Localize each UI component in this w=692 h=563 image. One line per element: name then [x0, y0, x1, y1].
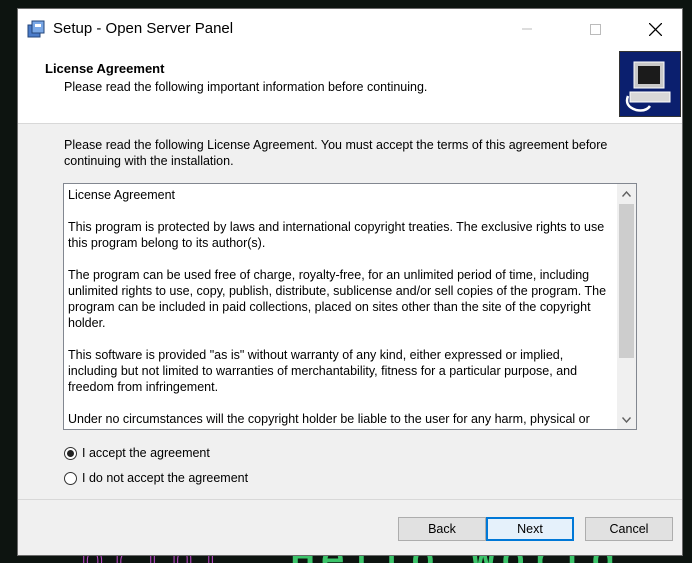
accept-label: I accept the agreement: [82, 446, 210, 460]
minimize-button[interactable]: [504, 9, 550, 49]
license-text: License Agreement This program is protec…: [68, 187, 616, 429]
installer-logo-icon: [619, 51, 681, 117]
maximize-button[interactable]: [572, 9, 618, 49]
wizard-header: License Agreement Please read the follow…: [18, 49, 682, 124]
license-paragraph: License Agreement: [68, 188, 176, 202]
license-scrollbar[interactable]: [617, 184, 636, 429]
close-icon: [648, 22, 662, 36]
page-title: License Agreement: [45, 61, 165, 76]
license-paragraph: This software is provided "as is" withou…: [68, 348, 578, 394]
next-button[interactable]: Next: [486, 517, 574, 541]
setup-app-icon: [27, 20, 45, 38]
license-paragraph: Under no circumstances will the copyrigh…: [68, 412, 590, 426]
chevron-down-icon: [622, 416, 631, 423]
window-title: Setup - Open Server Panel: [53, 20, 234, 37]
scroll-thumb[interactable]: [619, 204, 634, 358]
accept-radio[interactable]: [64, 446, 77, 460]
minimize-icon: [522, 28, 532, 30]
accept-agreement-option[interactable]: I accept the agreement: [64, 446, 210, 460]
setup-window: Setup - Open Server Panel License Agreem…: [17, 8, 683, 556]
decline-agreement-option[interactable]: I do not accept the agreement: [64, 471, 248, 485]
license-paragraph: The program can be used free of charge, …: [68, 268, 607, 330]
title-bar: Setup - Open Server Panel: [18, 9, 682, 49]
chevron-up-icon: [622, 190, 631, 197]
back-button[interactable]: Back: [398, 517, 486, 541]
decline-label: I do not accept the agreement: [82, 471, 249, 485]
license-paragraph: This program is protected by laws and in…: [68, 220, 605, 250]
wizard-footer: Back Next Cancel: [18, 499, 682, 555]
page-subtitle: Please read the following important info…: [64, 80, 428, 94]
cancel-button[interactable]: Cancel: [585, 517, 673, 541]
scroll-up-button[interactable]: [617, 184, 636, 203]
license-textbox[interactable]: License Agreement This program is protec…: [63, 183, 637, 430]
scroll-down-button[interactable]: [617, 410, 636, 429]
license-intro-text: Please read the following License Agreem…: [64, 138, 608, 168]
decline-radio[interactable]: [64, 471, 77, 485]
close-button[interactable]: [632, 9, 678, 49]
maximize-icon: [589, 23, 601, 35]
